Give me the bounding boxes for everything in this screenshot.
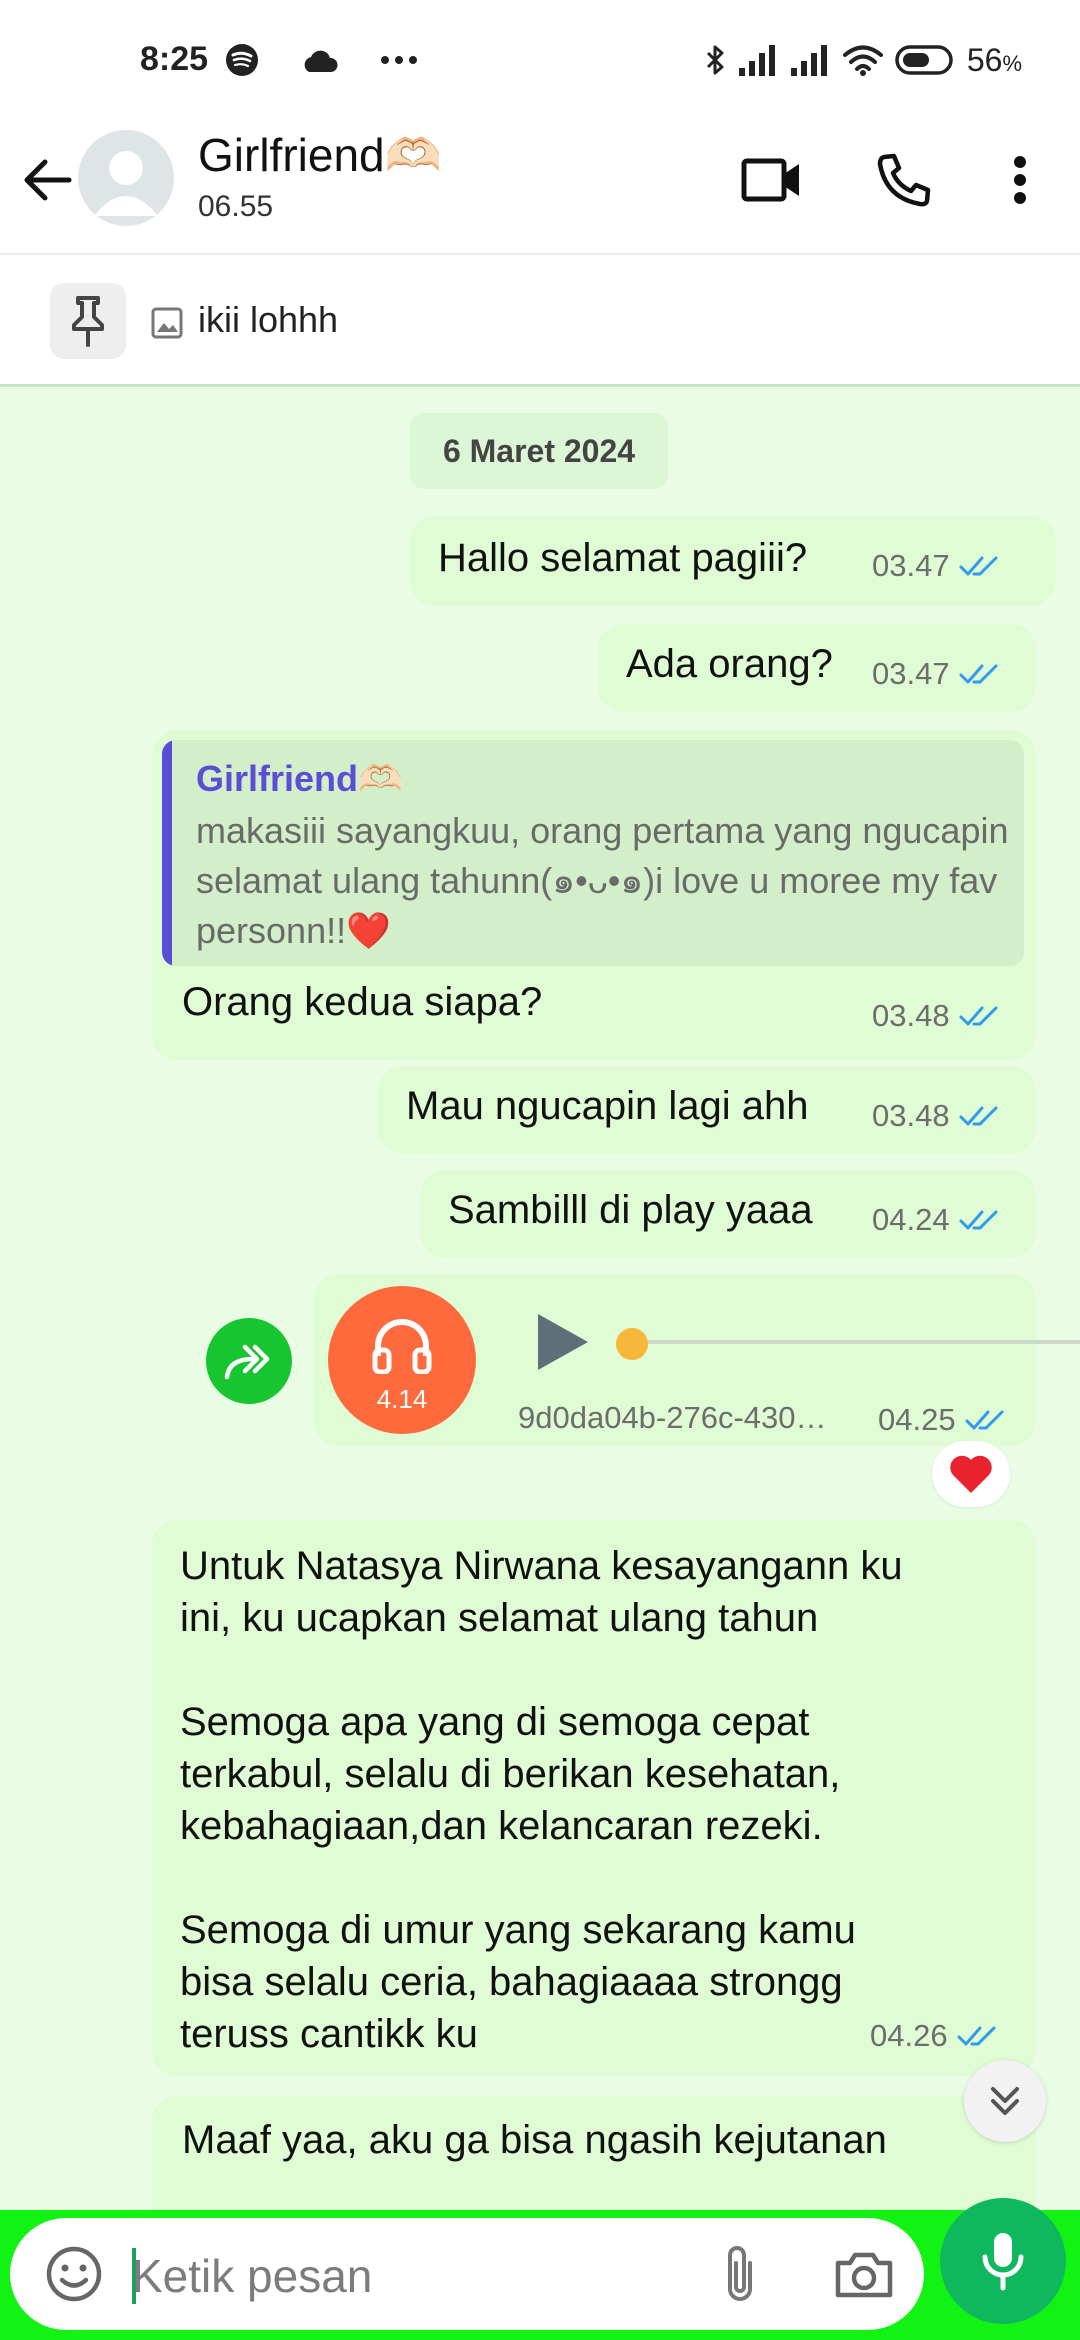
audio-file-name: 9d0da04b-276c-430… — [518, 1400, 827, 1435]
read-ticks-icon — [959, 1006, 998, 1026]
pin-button[interactable] — [50, 283, 126, 359]
forward-icon — [224, 1344, 270, 1380]
audio-progress-track[interactable] — [636, 1340, 1080, 1344]
audio-duration: 4.14 — [376, 1384, 428, 1414]
more-options-button[interactable] — [1000, 148, 1040, 212]
message-time: 03.47 — [872, 656, 950, 691]
emoji-button[interactable] — [40, 2240, 108, 2308]
message-meta: 04.26 — [870, 2018, 1002, 2054]
back-arrow-icon — [24, 159, 72, 201]
message-input[interactable] — [132, 2246, 692, 2306]
video-call-button[interactable] — [740, 150, 804, 210]
audio-avatar: 4.14 — [328, 1286, 476, 1434]
quote-accent-bar — [162, 740, 172, 966]
contact-name[interactable]: Girlfriend🫶🏻 — [198, 128, 442, 183]
camera-button[interactable] — [830, 2240, 898, 2308]
message-meta: 04.24 — [872, 1202, 1004, 1238]
message-time: 04.26 — [870, 2018, 948, 2053]
message-meta: 03.48 — [872, 1098, 1004, 1134]
audio-progress-knob[interactable] — [616, 1328, 648, 1360]
headphones-icon — [372, 1319, 432, 1374]
message-bubble[interactable]: Sambilll di play yaaa 04.24 — [420, 1170, 1036, 1258]
status-icons-right: 56% — [705, 38, 1022, 82]
quoted-text: makasiii sayangkuu, orang pertama yang n… — [196, 810, 1009, 951]
status-icons-left — [225, 38, 419, 82]
message-text: Untuk Natasya Nirwana kesayangann ku ini… — [180, 1544, 903, 2056]
quoted-message[interactable]: Girlfriend🫶🏻 makasiii sayangkuu, orang p… — [162, 740, 1024, 966]
message-time: 03.48 — [872, 998, 950, 1033]
mic-button[interactable] — [940, 2198, 1066, 2324]
signal-icon — [790, 45, 827, 76]
play-icon[interactable] — [532, 1310, 592, 1374]
audio-message-bubble[interactable]: 4.14 9d0da04b-276c-430… 04.25 — [314, 1274, 1080, 1446]
scroll-to-bottom-button[interactable] — [964, 2060, 1046, 2142]
camera-icon — [835, 2252, 893, 2298]
message-time: 04.24 — [872, 1202, 950, 1237]
voice-call-button[interactable] — [872, 148, 936, 212]
message-text: Sambilll di play yaaa — [448, 1188, 813, 1232]
message-meta: 03.48 — [872, 998, 1004, 1034]
read-ticks-icon — [959, 1210, 998, 1230]
back-button[interactable] — [18, 150, 78, 210]
more-dots-icon — [381, 56, 417, 64]
wifi-icon — [842, 45, 883, 76]
forward-button[interactable] — [206, 1318, 292, 1404]
message-bubble[interactable]: Untuk Natasya Nirwana kesayangann ku ini… — [152, 1520, 1036, 2076]
message-meta: 04.25 — [878, 1402, 1010, 1438]
battery-text: 56% — [966, 41, 1022, 78]
cloud-icon — [304, 50, 338, 72]
spotify-icon — [226, 44, 258, 76]
pinned-text: ikii lohhh — [198, 299, 339, 340]
message-meta: 03.47 — [872, 548, 1004, 584]
battery-icon — [895, 45, 953, 75]
status-bar: 8:25 56% — [0, 0, 1080, 120]
date-chip: 6 Maret 2024 — [410, 413, 668, 489]
status-time: 8:25 — [140, 40, 209, 78]
quoted-sender: Girlfriend🫶🏻 — [196, 758, 403, 799]
chat-area[interactable]: 6 Maret 2024 Hallo selamat pagiii? 03.47… — [0, 388, 1080, 2210]
read-ticks-icon — [959, 664, 998, 684]
message-text: Maaf yaa, aku ga bisa ngasih kejutanan — [182, 2118, 887, 2162]
chat-header: Girlfriend🫶🏻 06.55 — [0, 120, 1080, 255]
avatar[interactable] — [78, 130, 174, 226]
pinned-message-bar[interactable]: ikii lohhh — [0, 255, 1080, 387]
message-bubble[interactable]: Ada orang? 03.47 — [598, 624, 1036, 712]
reply-message-bubble[interactable]: Girlfriend🫶🏻 makasiii sayangkuu, orang p… — [152, 730, 1036, 1060]
double-chevron-down-icon — [991, 2087, 1019, 2115]
message-time: 03.48 — [872, 1098, 950, 1133]
video-call-icon — [741, 158, 799, 202]
heart-icon — [950, 1455, 992, 1493]
image-icon — [151, 307, 183, 339]
attach-button[interactable] — [710, 2240, 770, 2308]
message-input-pill[interactable] — [10, 2218, 924, 2330]
phone-icon — [877, 153, 931, 207]
message-bubble[interactable]: Mau ngucapin lagi ahh 03.48 — [378, 1066, 1036, 1154]
input-bar — [0, 2210, 1080, 2340]
last-seen: 06.55 — [198, 190, 274, 223]
signal-icon — [738, 45, 775, 76]
message-time: 03.47 — [872, 548, 950, 583]
read-ticks-icon — [959, 1106, 998, 1126]
message-text: Orang kedua siapa? — [182, 980, 543, 1024]
message-meta: 03.47 — [872, 656, 1004, 692]
reaction-badge[interactable] — [932, 1441, 1010, 1507]
message-text: Mau ngucapin lagi ahh — [406, 1084, 809, 1128]
message-bubble[interactable]: Maaf yaa, aku ga bisa ngasih kejutanan — [152, 2096, 1036, 2210]
message-text: Ada orang? — [626, 642, 833, 686]
read-ticks-icon — [957, 2026, 996, 2046]
mic-icon — [982, 2233, 1024, 2291]
bluetooth-icon — [706, 45, 724, 75]
pin-icon — [72, 296, 104, 347]
attach-icon — [728, 2246, 752, 2301]
message-bubble[interactable]: Hallo selamat pagiii? 03.47 — [410, 516, 1056, 606]
read-ticks-icon — [965, 1410, 1004, 1430]
message-text: Hallo selamat pagiii? — [438, 536, 808, 580]
read-ticks-icon — [959, 556, 998, 576]
more-vertical-icon — [1014, 156, 1026, 204]
emoji-icon — [46, 2246, 102, 2302]
message-time: 04.25 — [878, 1402, 956, 1437]
